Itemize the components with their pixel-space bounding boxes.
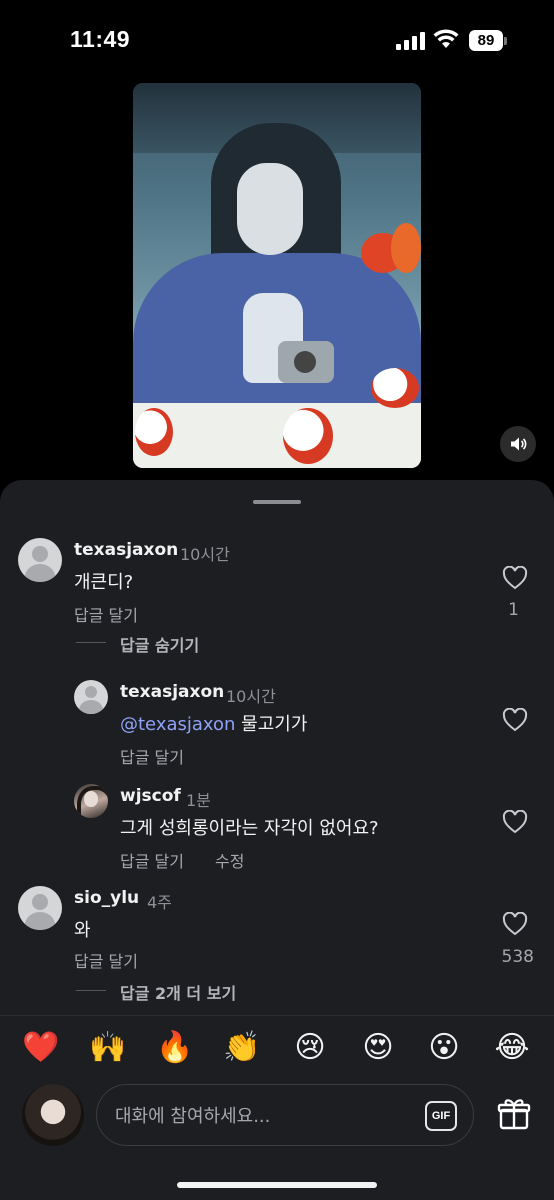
reaction-surprised[interactable]: 😮 [424,1030,464,1066]
reply-button[interactable]: 답글 달기 [74,602,138,626]
comment-time: 10시간 [226,687,276,706]
wifi-icon [433,29,459,48]
heart-icon[interactable] [502,708,528,732]
video-player[interactable] [133,83,421,468]
comment-username[interactable]: texasjaxon [120,682,224,702]
comment-time: 1분 [186,791,211,810]
sound-toggle-button[interactable] [500,426,536,462]
comment-body: 물고기가 [241,714,308,735]
comment-username[interactable]: sio_ylu [74,888,139,908]
reaction-heart-eyes[interactable]: 😍 [358,1030,398,1066]
comment-reply: texasjaxon 10시간 @texasjaxon 물고기가 답글 달기 [0,678,554,768]
hide-replies-button[interactable]: 답글 숨기기 [120,632,199,656]
speaker-icon [511,437,527,451]
person-face [237,163,303,255]
reaction-crying[interactable]: 😢 [290,1030,330,1066]
comment-reply: wjscof 1분 그게 성희롱이라는 자각이 없어요? 답글 달기 수정 [0,782,554,872]
comment-text: 와 [74,920,91,941]
sheet-drag-handle[interactable] [253,500,301,504]
comment-input-container: GIF [96,1084,474,1146]
reply-button[interactable]: 답글 달기 [74,948,138,972]
goldfish [391,223,421,273]
goldfish [135,408,173,456]
comment-time: 4주 [147,893,172,912]
avatar[interactable] [74,784,108,818]
like-count: 1 [508,600,519,620]
view-more-replies-button[interactable]: 답글 2개 더 보기 [120,980,236,1004]
comment: sio_ylu 4주 와 답글 달기 538 답글 2개 더 보기 [0,884,554,1004]
reply-button[interactable]: 답글 달기 [120,744,184,768]
status-bar: 11:49 89 [0,0,554,80]
heart-icon[interactable] [502,566,528,590]
comment-input[interactable] [115,1101,395,1131]
avatar[interactable] [18,886,62,930]
quick-reactions-bar: ❤️ 🙌 🔥 👏 😢 😍 😮 😂 [0,1015,554,1081]
battery-indicator: 89 [469,30,503,51]
comment-username[interactable]: wjscof [120,786,181,806]
reply-button[interactable]: 답글 달기 [120,848,184,872]
heart-icon[interactable] [502,810,528,834]
avatar[interactable] [18,538,62,582]
comment-time: 10시간 [180,545,230,564]
like-count: 538 [501,947,534,967]
gift-icon[interactable] [496,1096,532,1132]
comment-username[interactable]: texasjaxon [74,540,178,560]
reaction-laughing[interactable]: 😂 [492,1030,532,1066]
mention-link[interactable]: @texasjaxon [120,714,235,735]
cellular-signal-icon [396,32,426,50]
reaction-raised-hands[interactable]: 🙌 [88,1030,128,1066]
comment-text: 그게 성희롱이라는 자각이 없어요? [120,818,379,839]
thread-line [76,642,106,643]
reaction-fire[interactable]: 🔥 [155,1030,195,1066]
reaction-heart[interactable]: ❤️ [21,1030,61,1066]
clock: 11:49 [70,26,131,52]
comment-text: 개큰디? [74,572,134,593]
camera [278,341,334,383]
heart-icon[interactable] [502,912,528,936]
comment-text: @texasjaxon 물고기가 [120,710,307,736]
comment: texasjaxon 10시간 개큰디? 답글 달기 1 답글 숨기기 [0,536,554,656]
home-indicator [177,1182,377,1188]
battery-tip [504,37,507,45]
reaction-clap[interactable]: 👏 [222,1030,262,1066]
goldfish [371,368,419,408]
avatar[interactable] [74,680,108,714]
edit-button[interactable]: 수정 [215,848,244,872]
goldfish [283,408,333,464]
my-avatar [22,1084,84,1146]
gif-button[interactable]: GIF [425,1101,457,1131]
aquarium-gravel [133,403,421,468]
thread-line [76,990,106,991]
